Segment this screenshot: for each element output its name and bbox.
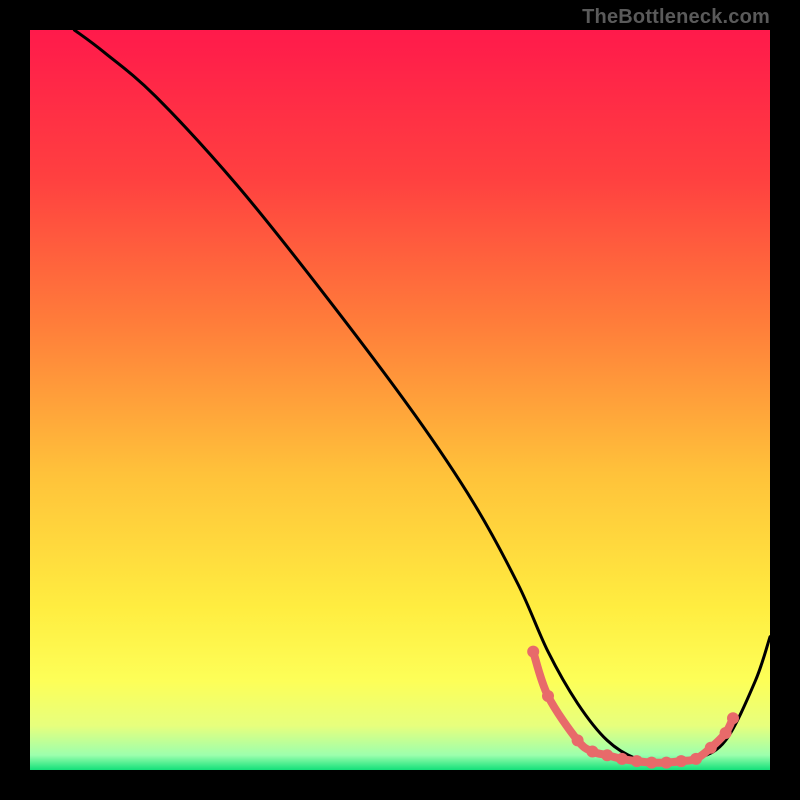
fit-region-marker	[542, 690, 554, 702]
plot-area	[30, 30, 770, 770]
fit-region-marker	[690, 753, 702, 765]
fit-region-marker	[616, 753, 628, 765]
chart-svg	[30, 30, 770, 770]
fit-region-marker	[572, 734, 584, 746]
fit-region-marker	[527, 646, 539, 658]
gradient-background	[30, 30, 770, 770]
fit-region-marker	[631, 755, 643, 767]
fit-region-marker	[586, 746, 598, 758]
fit-region-marker	[720, 727, 732, 739]
fit-region-marker	[601, 749, 613, 761]
fit-region-marker	[727, 712, 739, 724]
chart-container: TheBottleneck.com	[0, 0, 800, 800]
fit-region-marker	[705, 742, 717, 754]
fit-region-marker	[675, 755, 687, 767]
watermark-text: TheBottleneck.com	[582, 6, 770, 29]
fit-region-marker	[660, 757, 672, 769]
fit-region-marker	[646, 757, 658, 769]
